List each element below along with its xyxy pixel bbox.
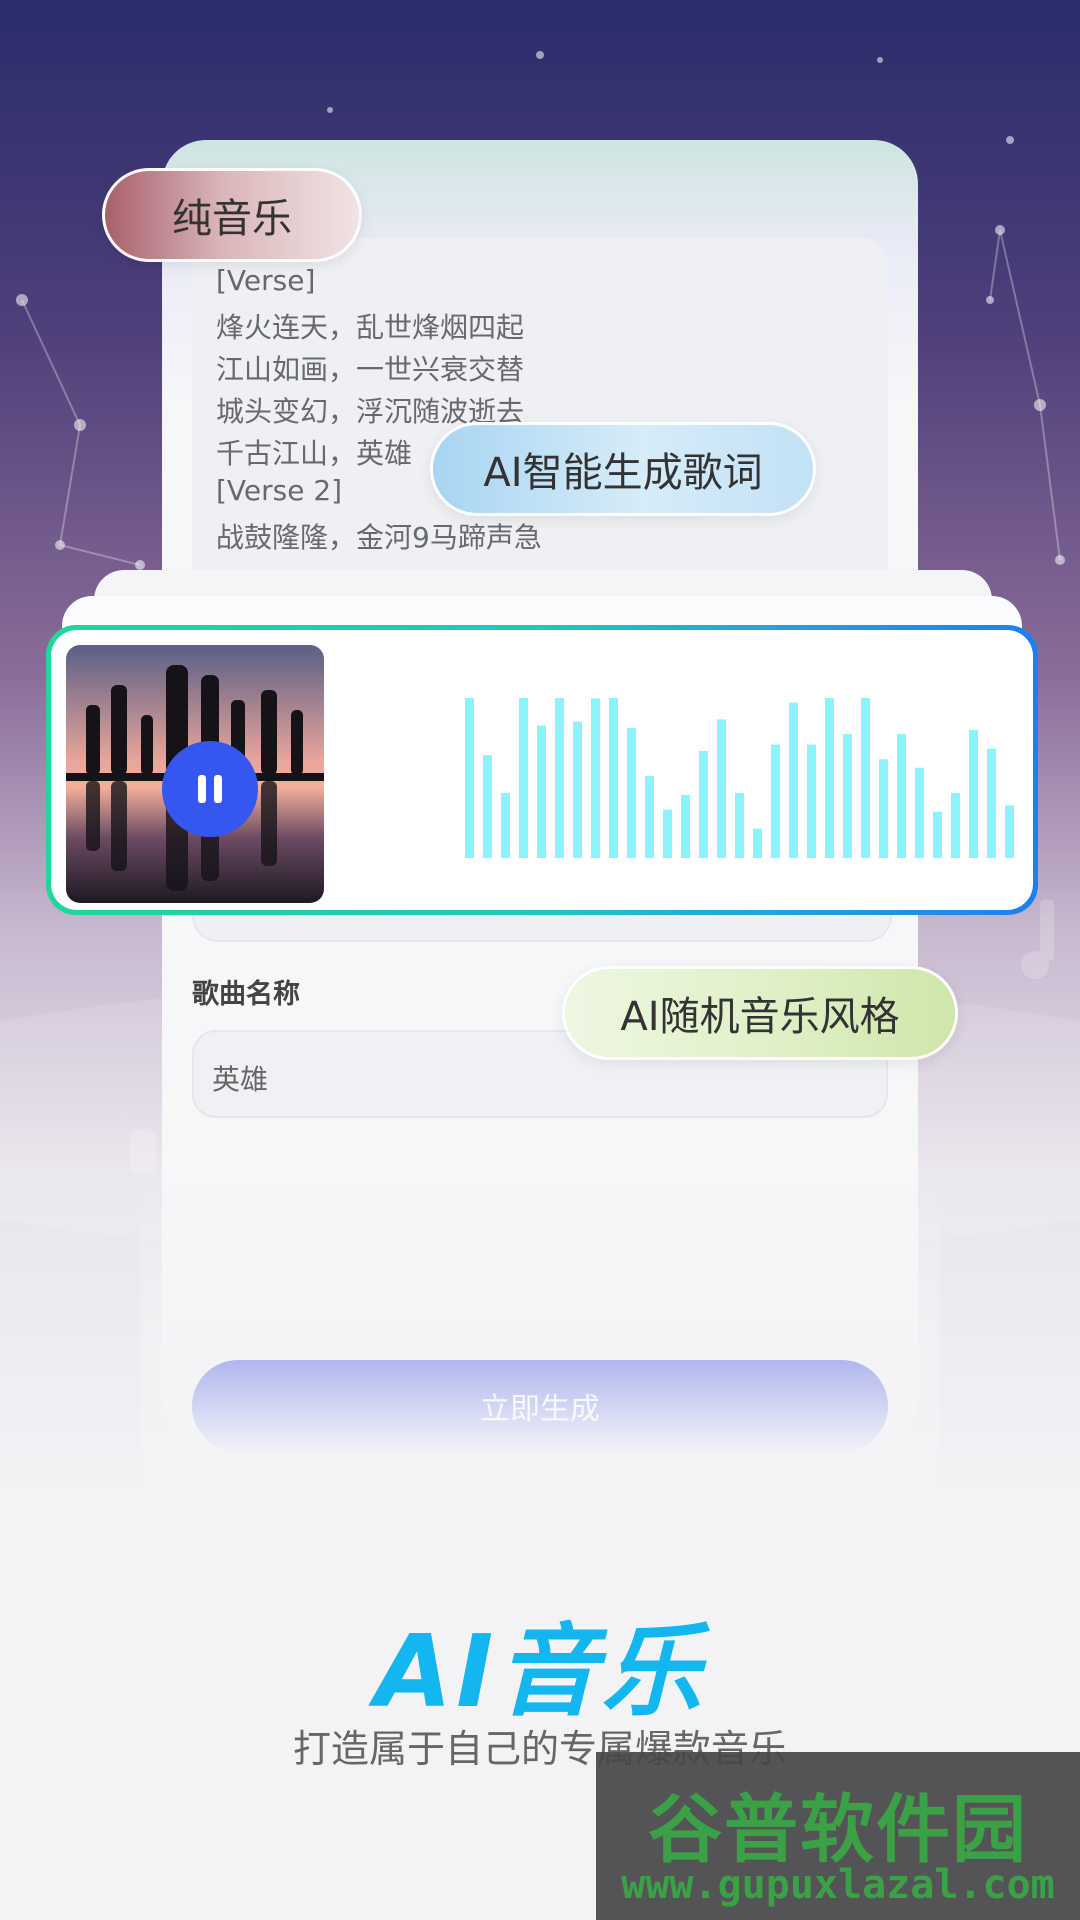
pure-music-pill: 纯音乐 [102,168,362,262]
waveform-bar [933,811,942,858]
waveform-bar [861,698,870,858]
waveform-bar [555,698,564,858]
lyric-line: 烽火连天，乱世烽烟四起 [216,311,525,344]
lyric-line: [Verse] [216,264,316,297]
waveform-bar [699,750,708,858]
waveform-bar [627,727,636,858]
waveform-bar [663,809,672,858]
ai-style-label: AI随机音乐风格 [620,994,900,1040]
album-cover-image [66,645,324,903]
generate-button[interactable]: 立即生成 [192,1360,888,1452]
waveform-bar [519,698,528,858]
waveform-bar [807,744,816,858]
ai-lyrics-pill: AI智能生成歌词 [430,422,816,516]
ai-lyrics-label: AI智能生成歌词 [483,450,763,496]
waveform-bar [591,698,600,858]
waveform-bar [897,734,906,858]
song-name-label: 歌曲名称 [192,979,300,1010]
waveform-bar [969,729,978,858]
waveform-bar [1005,805,1014,858]
waveform-bar [573,721,582,858]
song-name-value: 英雄 [212,1063,269,1096]
watermark: 谷普软件园 www.gupuxlazal.com [596,1752,1080,1920]
hero-title: AI音乐 [374,1613,706,1730]
waveform-bar [915,767,924,858]
music-player-card[interactable] [46,625,1038,915]
lyric-line: 千古江山，英雄 [216,437,413,470]
waveform-bar [879,759,888,858]
waveform-bar [735,792,744,858]
audio-waveform [465,698,1014,858]
waveform-bar [825,698,834,858]
player-body [51,630,1033,910]
waveform-bar [789,702,798,858]
waveform-bar [951,792,960,858]
waveform-bar [609,698,618,858]
lyric-line: 江山如画，一世兴衰交替 [216,353,525,386]
waveform-bar [771,744,780,858]
generate-button-label: 立即生成 [480,1392,600,1427]
waveform-bar [537,725,546,858]
watermark-url: www.gupuxlazal.com [621,1862,1055,1908]
watermark-name: 谷普软件园 [648,1787,1028,1873]
pause-button[interactable] [162,741,258,837]
lyrics-textarea[interactable]: [Verse] 烽火连天，乱世烽烟四起 江山如画，一世兴衰交替 城头变幻，浮沉随… [192,238,888,598]
lyric-line: [Verse 2] [216,474,343,507]
waveform-bar [717,719,726,858]
lyric-line: 战鼓隆隆，金河9马蹄声急 [216,521,542,554]
waveform-bar [753,828,762,858]
waveform-bar [465,698,474,858]
waveform-bar [645,776,654,858]
pure-music-label: 纯音乐 [172,196,292,242]
waveform-bar [843,734,852,858]
ai-style-pill: AI随机音乐风格 [562,966,958,1060]
waveform-bar [681,795,690,858]
waveform-bar [483,755,492,858]
waveform-bar [987,748,996,858]
pause-icon [198,775,222,803]
waveform-bar [501,792,510,858]
